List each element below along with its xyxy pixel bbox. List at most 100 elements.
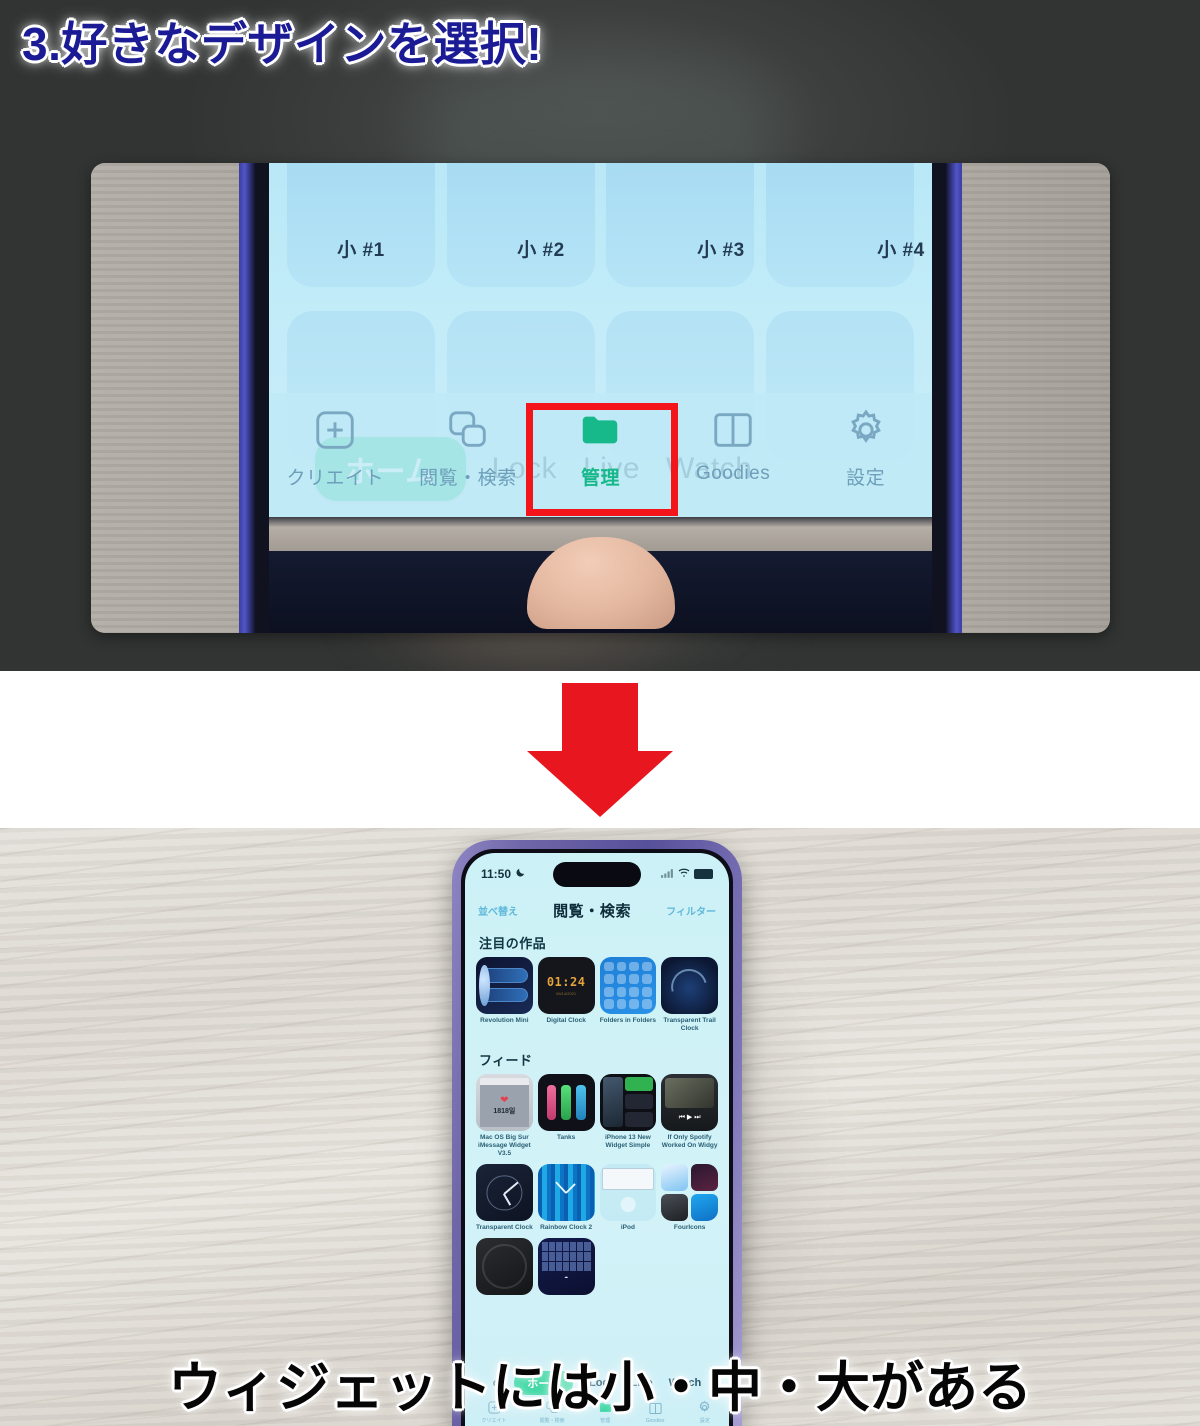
- widget-name: Tanks: [556, 1133, 576, 1141]
- page-title: 閲覧・検索: [553, 902, 632, 920]
- widget-item[interactable]: iPhone 13 New Widget Simple: [599, 1074, 657, 1158]
- widget-name: Mac OS Big Sur iMessage Widget V3.5: [478, 1133, 531, 1157]
- widget-item[interactable]: FourIcons: [661, 1164, 718, 1232]
- toolbar-item-goodies[interactable]: Goodies: [668, 401, 798, 485]
- widget-item[interactable]: Rainbow Clock 2: [537, 1164, 595, 1232]
- widget-item[interactable]: Tanks: [537, 1074, 595, 1158]
- split-rectangle-icon: [668, 401, 798, 459]
- widget-name: FourIcons: [673, 1223, 706, 1231]
- nav-bar: 並べ替え 閲覧・検索 フィルター: [465, 895, 729, 925]
- wifi-icon: [678, 867, 690, 881]
- widget-name: Digital Clock: [546, 1016, 586, 1024]
- widget-name: Transparent Clock: [476, 1223, 533, 1231]
- widget-thumbnail-folders-in-folders: [599, 957, 657, 1014]
- widget-item[interactable]: Transparent Trail Clock: [661, 957, 718, 1033]
- toolbar-label-create: クリエイト: [286, 468, 385, 489]
- section-title-feed: フィード: [479, 1053, 533, 1068]
- widget-name: iPod: [620, 1223, 635, 1231]
- screenshot-root: 小 #1 小 #2 小 #3 小 #4 ホーム Lock Live Watch: [0, 0, 1200, 1426]
- toolbar-item-settings[interactable]: 設定: [801, 401, 931, 490]
- widget-name: iPhone 13 New Widget Simple: [604, 1133, 651, 1149]
- zoom-inset-top: 小 #1 小 #2 小 #3 小 #4 ホーム Lock Live Watch: [91, 163, 1110, 633]
- widget-thumbnail-spotify-widgy: ⏮ ▶ ⏭: [661, 1074, 718, 1131]
- widget-name: Rainbow Clock 2: [540, 1223, 593, 1231]
- phone-bezel-right: [932, 163, 946, 633]
- widget-item[interactable]: [476, 1238, 533, 1295]
- battery-icon: [694, 869, 713, 879]
- widget-thumbnail-fouricons: [661, 1164, 718, 1221]
- widget-item-empty: [600, 1238, 657, 1295]
- crescent-moon-icon: [515, 867, 526, 881]
- feed-section: フィード ❤ 1818일 Mac OS Big Sur iMessage Wid…: [465, 1050, 729, 1295]
- widget-thumbnail-transparent-trail-clock: [661, 957, 718, 1014]
- widget-thumbnail-dark-clock: [476, 1238, 533, 1295]
- phone-bezel: 11:50 並べ替え 閲覧・検索 フィルター 注目の作品 Revolution …: [461, 849, 733, 1426]
- sort-button[interactable]: 並べ替え: [478, 903, 518, 918]
- toolbar-item-create[interactable]: クリエイト: [270, 401, 400, 490]
- feed-widget-grid-row3: ☁: [465, 1238, 729, 1295]
- widget-thumbnail-rainbow-clock-2: [537, 1164, 595, 1221]
- widget-item[interactable]: ⏮ ▶ ⏭ If Only Spotify Worked On Widgy: [661, 1074, 718, 1158]
- widget-thumbnail-tanks: [537, 1074, 595, 1131]
- widget-label-1: 小 #1: [337, 240, 385, 261]
- inset-phone-screen: 小 #1 小 #2 小 #3 小 #4 ホーム Lock Live Watch: [269, 163, 932, 633]
- filter-button[interactable]: フィルター: [666, 903, 716, 918]
- widget-card[interactable]: [765, 163, 914, 287]
- widget-thumbnail-digital-clock: 01:24 06/14/2021: [537, 957, 595, 1014]
- widget-label-2: 小 #2: [517, 240, 565, 261]
- phone-left-edge: [239, 163, 255, 633]
- widget-card[interactable]: [606, 163, 755, 287]
- gear-icon: [801, 401, 931, 459]
- widget-item[interactable]: Folders in Folders: [599, 957, 657, 1033]
- widget-card[interactable]: [287, 163, 435, 287]
- top-photo-panel: 小 #1 小 #2 小 #3 小 #4 ホーム Lock Live Watch: [0, 0, 1200, 671]
- phone-right-edge: [946, 163, 962, 633]
- safari-icon: [661, 1164, 689, 1192]
- weather-info: ☁: [564, 1274, 569, 1280]
- heart-icon: ❤: [500, 1095, 509, 1107]
- widget-name: Folders in Folders: [599, 1016, 657, 1024]
- widget-item[interactable]: ❤ 1818일 Mac OS Big Sur iMessage Widget V…: [476, 1074, 533, 1158]
- toolbar-item-browse-search[interactable]: 閲覧・検索: [403, 401, 533, 490]
- feed-widget-grid-row2: Transparent Clock Rainbow Clock 2 iPod F…: [465, 1164, 729, 1232]
- down-arrow-icon: [527, 683, 673, 817]
- toolbar-label-settings: 設定: [846, 468, 886, 489]
- iphone-device: 11:50 並べ替え 閲覧・検索 フィルター 注目の作品 Revolution …: [452, 840, 742, 1426]
- widget-item[interactable]: 01:24 06/14/2021 Digital Clock: [537, 957, 595, 1033]
- featured-widget-grid: Revolution Mini 01:24 06/14/2021 Digital…: [465, 957, 729, 1033]
- featured-section: 注目の作品 Revolution Mini 01:24 06/14/2021 D…: [465, 933, 729, 1033]
- phone-screen: 11:50 並べ替え 閲覧・検索 フィルター 注目の作品 Revolution …: [465, 853, 729, 1426]
- widget-thumbnail-ipod: [599, 1164, 657, 1221]
- widget-item[interactable]: Transparent Clock: [476, 1164, 533, 1232]
- status-bar: 11:50: [465, 863, 729, 885]
- digital-clock-date: 06/14/2021: [556, 990, 577, 996]
- widget-name: Transparent Trail Clock: [663, 1016, 716, 1032]
- stacked-squares-icon: [403, 401, 533, 459]
- widget-item[interactable]: Revolution Mini: [476, 957, 533, 1033]
- widget-thumbnail-transparent-clock: [476, 1164, 533, 1221]
- health-icon: [690, 1164, 718, 1192]
- status-time: 11:50: [481, 867, 512, 881]
- toolbar-label-browse-search: 閲覧・検索: [419, 468, 517, 489]
- signal-icon: [661, 867, 674, 881]
- widget-value: 1818일: [493, 1108, 516, 1116]
- widget-card[interactable]: [446, 163, 595, 287]
- widget-item[interactable]: iPod: [599, 1164, 657, 1232]
- bottom-caption: ウィジェットには小・中・大がある: [168, 1358, 1032, 1418]
- widget-thumbnail-iphone13-simple: [599, 1074, 657, 1131]
- widget-label-4: 小 #4: [877, 240, 925, 261]
- step-title-banner: 3.好きなデザインを選択!: [22, 18, 543, 70]
- feed-widget-grid-row1: ❤ 1818일 Mac OS Big Sur iMessage Widget V…: [465, 1074, 729, 1158]
- widget-thumbnail-calendar: ☁: [537, 1238, 595, 1295]
- inset-widget-row-1: [269, 163, 932, 287]
- widget-item[interactable]: ☁: [537, 1238, 595, 1295]
- widget-thumbnail-revolution-mini: [476, 957, 533, 1014]
- arrow-head: [527, 751, 673, 817]
- widget-label-3: 小 #3: [697, 240, 745, 261]
- app-store-icon: [690, 1193, 718, 1221]
- widget-thumbnail-macos-imessage: ❤ 1818일: [476, 1074, 533, 1131]
- phone-bezel-left: [255, 163, 269, 633]
- widget-item-empty: [661, 1238, 718, 1295]
- widget-name: If Only Spotify Worked On Widgy: [661, 1133, 718, 1149]
- highlight-box-browse-search: [526, 403, 678, 516]
